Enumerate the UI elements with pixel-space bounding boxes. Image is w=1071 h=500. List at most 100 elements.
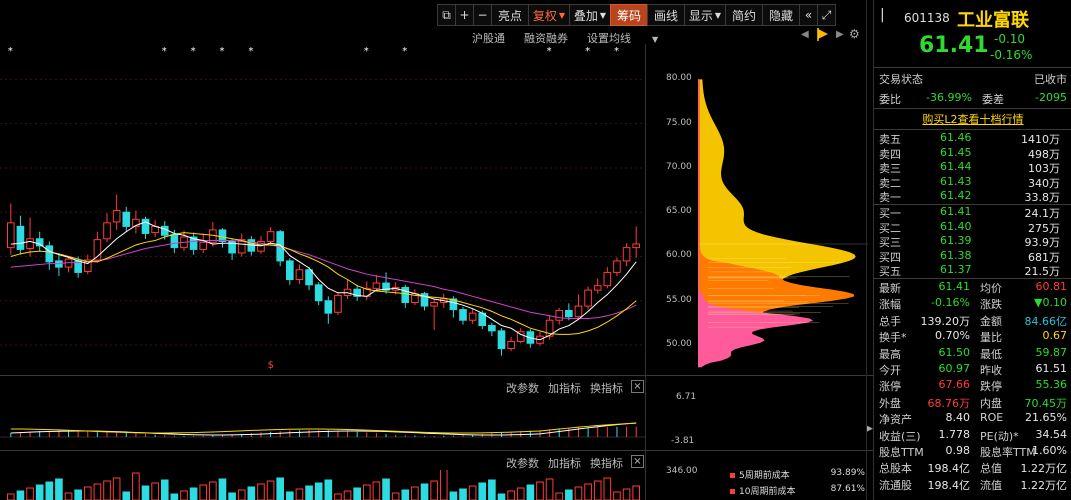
- buy-level-price: 61.37: [940, 263, 972, 276]
- price-tick-label: 70.00: [666, 162, 692, 172]
- status-value: 已收市: [1034, 71, 1067, 87]
- panel3-close-icon[interactable]: ×: [631, 455, 644, 468]
- candle-body: [604, 272, 611, 285]
- stat-value: 0.98: [946, 444, 971, 457]
- price-tick-label: 80.00: [666, 73, 692, 83]
- event-star-marker[interactable]: *: [8, 46, 13, 57]
- candle-body: [171, 234, 178, 247]
- volume-bar: [267, 481, 274, 500]
- toolbar-huaxian-button[interactable]: 画线: [647, 4, 685, 26]
- sell-level-row[interactable]: 卖四 61.45 498万: [874, 146, 1071, 161]
- event-star-marker[interactable]: *: [162, 46, 167, 57]
- l2-purchase-link[interactable]: 购买L2查看十档行情: [874, 111, 1071, 127]
- buy-level-row[interactable]: 买三 61.39 93.9万: [874, 234, 1071, 249]
- volume-bar: [65, 493, 72, 500]
- candle: [335, 292, 342, 315]
- event-star-marker[interactable]: *: [585, 46, 590, 57]
- weicha-value: -2095: [1035, 91, 1067, 104]
- event-star-marker[interactable]: *: [364, 46, 369, 57]
- stat-value: -0.16%: [931, 296, 970, 309]
- volume-bar: [296, 489, 303, 500]
- toolbar-more-icon[interactable]: «: [799, 4, 818, 26]
- stat-label: 今开: [879, 362, 901, 378]
- gear-icon[interactable]: ⚙: [849, 27, 860, 41]
- stat-value: 0.67: [1043, 329, 1068, 342]
- toolbar-expand-icon[interactable]: ⤢: [817, 4, 836, 26]
- sell-level-row[interactable]: 卖一 61.42 33.8万: [874, 189, 1071, 204]
- panel2-add-indicator-button[interactable]: 加指标: [548, 380, 581, 396]
- volume-bar: [287, 492, 294, 500]
- panel3-add-indicator-button[interactable]: 加指标: [548, 455, 581, 471]
- candle-body: [200, 242, 207, 249]
- candle-body: [566, 310, 573, 316]
- stat-label: 股息率TTM: [980, 444, 1036, 460]
- candle-body: [633, 244, 640, 248]
- volume-bar: [585, 484, 592, 500]
- event-star-marker[interactable]: *: [547, 46, 552, 57]
- panel-splitter[interactable]: [866, 0, 873, 500]
- volume-bar: [315, 483, 322, 500]
- candle: [460, 307, 467, 325]
- sell-level-row[interactable]: 卖二 61.43 340万: [874, 175, 1071, 190]
- panel3-switch-indicator-button[interactable]: 换指标: [590, 455, 623, 471]
- stat-label: 流值: [980, 477, 1002, 493]
- volume-bar: [210, 482, 217, 500]
- buy-level-row[interactable]: 买一 61.41 24.1万: [874, 205, 1071, 220]
- stat-value: 1.60%: [1032, 444, 1067, 457]
- sell-level-row[interactable]: 卖三 61.44 103万: [874, 160, 1071, 175]
- buy-level-price: 61.38: [940, 249, 972, 262]
- candle-body: [335, 295, 342, 312]
- stat-label: 跌停: [980, 378, 1002, 394]
- volume-bar: [566, 490, 573, 500]
- chip-left-arrow-icon[interactable]: ◀: [801, 29, 809, 40]
- candle: [575, 295, 582, 320]
- buy-level-row[interactable]: 买四 61.38 681万: [874, 249, 1071, 264]
- volume-bar: [56, 479, 63, 500]
- volume-bar: [517, 488, 524, 500]
- panel3-param-button[interactable]: 改参数: [506, 455, 539, 471]
- volume-bar: [335, 494, 342, 500]
- volume-bar: [238, 490, 245, 500]
- chip-distribution-chart: [698, 44, 868, 376]
- stat-label: 外盘: [879, 395, 901, 411]
- volume-bar: [46, 482, 53, 500]
- status-row: 交易状态 已收市: [874, 71, 1071, 86]
- buy-level-row[interactable]: 买五 61.37 21.5万: [874, 263, 1071, 278]
- panel2-switch-indicator-button[interactable]: 换指标: [590, 380, 623, 396]
- dividend-marker[interactable]: $: [268, 360, 274, 371]
- candle: [190, 233, 197, 255]
- panel2-param-button[interactable]: 改参数: [506, 380, 539, 396]
- buy-level-row[interactable]: 买二 61.40 275万: [874, 220, 1071, 235]
- stat-row: 股息TTM 0.98 股息率TTM 1.60%: [874, 444, 1071, 459]
- sell-level-volume: 33.8万: [1025, 189, 1061, 205]
- volume-bar: [190, 488, 197, 500]
- sell-level-row[interactable]: 卖五 61.46 1410万: [874, 131, 1071, 146]
- toolbar-yincang-button[interactable]: 隐藏: [762, 4, 800, 26]
- event-star-marker[interactable]: *: [191, 46, 196, 57]
- toolbar-jianyue-button[interactable]: 简约: [725, 4, 763, 26]
- candle-body: [575, 306, 582, 317]
- event-star-marker[interactable]: *: [402, 46, 407, 57]
- chip-right-arrow-icon[interactable]: ▶: [836, 29, 844, 40]
- candle: [84, 255, 91, 274]
- separator: [874, 108, 1071, 109]
- volume-bar: [36, 485, 43, 500]
- candle: [402, 285, 409, 308]
- stat-label: 涨跌: [980, 296, 1002, 312]
- candle-body: [489, 326, 496, 331]
- toolbar-xianshi-button[interactable]: 显示 ▼: [684, 4, 726, 26]
- event-star-marker[interactable]: *: [219, 46, 224, 57]
- event-star-marker[interactable]: *: [614, 46, 619, 57]
- chip-flag-icon[interactable]: [816, 27, 830, 42]
- candle-body: [585, 290, 592, 306]
- candle: [633, 226, 640, 257]
- kline-chart[interactable]: [0, 44, 645, 376]
- stat-row: 总股本 198.4亿 总值 1.22万亿: [874, 460, 1071, 475]
- panel2-close-icon[interactable]: ×: [631, 380, 644, 393]
- collapse-bar-icon[interactable]: |: [880, 7, 885, 23]
- legend-value: 93.89%: [831, 468, 865, 478]
- event-star-marker[interactable]: *: [248, 46, 253, 57]
- candle-body: [431, 303, 438, 307]
- toolbar-expand-label: ⤢: [822, 8, 832, 23]
- candle: [315, 282, 322, 305]
